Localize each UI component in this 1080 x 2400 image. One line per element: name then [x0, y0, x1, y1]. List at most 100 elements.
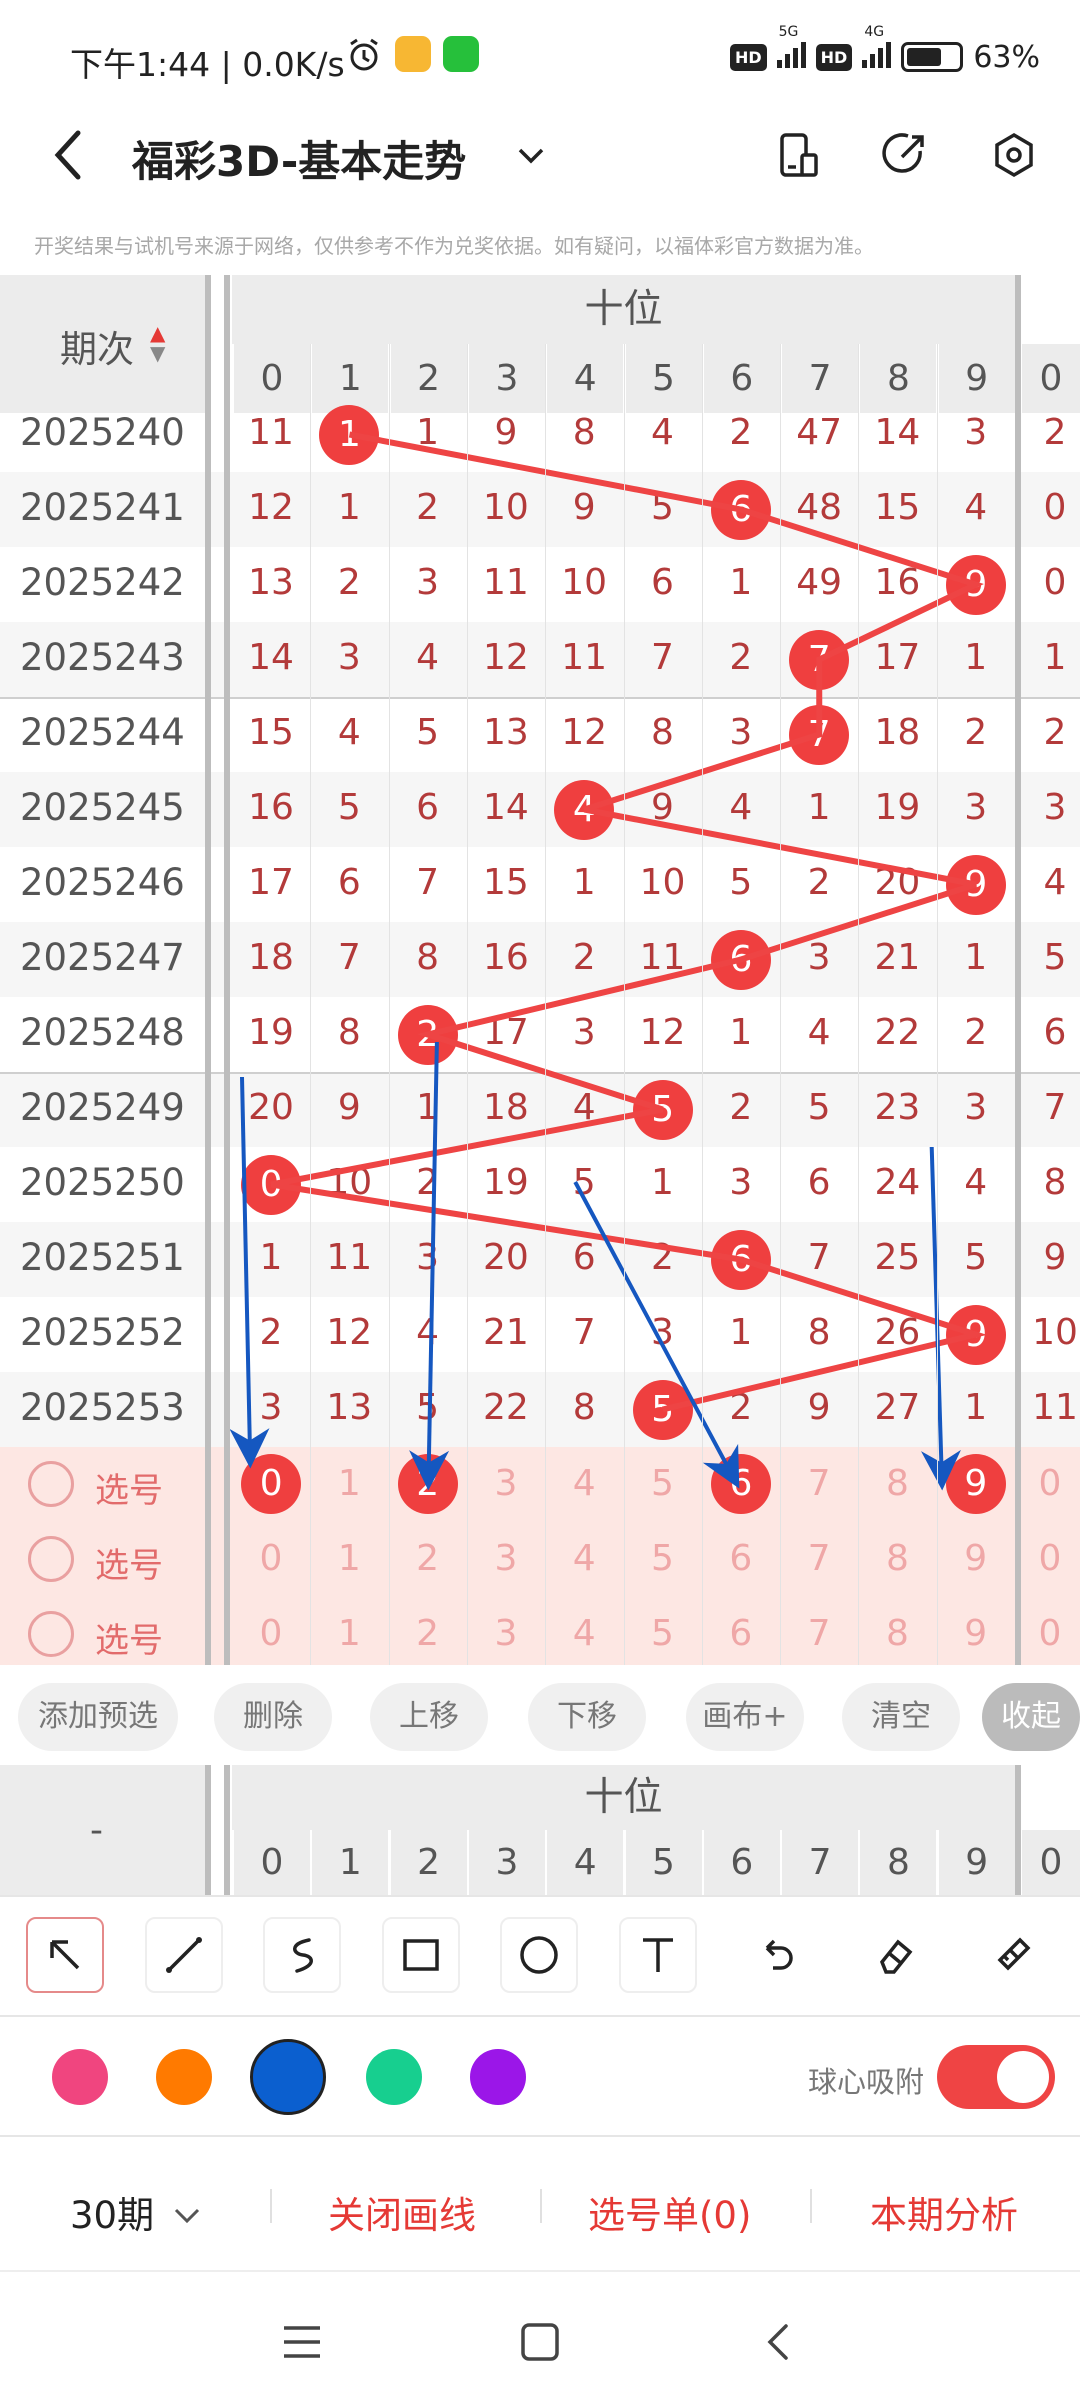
- text-tool[interactable]: [618, 1917, 697, 1993]
- select-digit[interactable]: 0: [232, 1613, 310, 1654]
- select-digit[interactable]: 3: [467, 1463, 545, 1504]
- snap-label: 球心吸附: [808, 2065, 925, 2099]
- periods-selector[interactable]: 30期: [70, 2185, 202, 2239]
- circle-tool[interactable]: [500, 1917, 578, 1993]
- select-digit[interactable]: 9: [937, 1538, 1015, 1579]
- select-digit[interactable]: 4: [545, 1463, 623, 1504]
- select-digit[interactable]: 3: [467, 1538, 545, 1579]
- select-digit[interactable]: 5: [624, 1613, 702, 1654]
- select-digit[interactable]: 7: [780, 1463, 858, 1504]
- select-digit[interactable]: 4: [545, 1538, 623, 1579]
- line-tool[interactable]: [144, 1917, 223, 1993]
- select-digit[interactable]: 2: [389, 1613, 467, 1654]
- miss-count: 2: [807, 862, 831, 903]
- select-digit[interactable]: 8: [858, 1463, 936, 1504]
- miss-count: 8: [807, 1312, 831, 1353]
- miss-count: 3: [729, 1162, 753, 1203]
- color-swatch-4[interactable]: [470, 2049, 526, 2105]
- hit-ball[interactable]: 5: [632, 1379, 693, 1440]
- column-line: [780, 344, 782, 1665]
- layout-button[interactable]: [768, 125, 828, 185]
- picked-ball[interactable]: 9: [945, 1454, 1006, 1514]
- select-next-digit[interactable]: 0: [1020, 1538, 1080, 1579]
- action-button-3[interactable]: 下移: [528, 1683, 646, 1751]
- undo-tool[interactable]: [737, 1917, 815, 1993]
- next-group-cell: 5: [1043, 937, 1067, 978]
- hit-ball[interactable]: 7: [789, 704, 850, 765]
- hit-ball[interactable]: 7: [789, 629, 850, 690]
- hit-ball[interactable]: 0: [241, 1154, 302, 1215]
- next-group-digit-header: 0: [1020, 344, 1080, 413]
- select-digit[interactable]: 1: [310, 1538, 388, 1579]
- hit-ball[interactable]: 4: [554, 779, 615, 840]
- select-digit[interactable]: 2: [389, 1538, 467, 1579]
- select-digit[interactable]: 6: [702, 1613, 780, 1654]
- hit-ball[interactable]: 2: [397, 1004, 458, 1065]
- select-radio[interactable]: [28, 1611, 74, 1657]
- select-radio[interactable]: [28, 1461, 74, 1507]
- back-button[interactable]: [748, 2312, 808, 2372]
- select-digit[interactable]: 1: [310, 1613, 388, 1654]
- action-button-6[interactable]: 收起: [982, 1683, 1080, 1751]
- selection-list-button[interactable]: 选号单(0): [588, 2185, 751, 2239]
- miss-count: 1: [964, 637, 988, 678]
- chevron-down-icon[interactable]: [516, 140, 546, 170]
- freehand-tool[interactable]: [263, 1917, 341, 1993]
- hit-ball[interactable]: 9: [945, 854, 1006, 915]
- settings-button[interactable]: [984, 125, 1044, 185]
- rectangle-tool[interactable]: [381, 1917, 460, 1993]
- sort-icon[interactable]: ▲ ▼: [150, 323, 165, 363]
- miss-count: 3: [964, 1087, 988, 1128]
- arrow-pointer-tool[interactable]: [26, 1917, 104, 1993]
- close-lines-button[interactable]: 关闭画线: [328, 2185, 476, 2239]
- chevron-left-icon[interactable]: [48, 125, 88, 185]
- select-digit[interactable]: 5: [624, 1463, 702, 1504]
- clear-brush-tool[interactable]: [974, 1917, 1052, 1993]
- color-swatch-1[interactable]: [156, 2049, 212, 2105]
- hit-ball[interactable]: 6: [710, 1229, 771, 1290]
- miss-count: 3: [651, 1312, 674, 1353]
- eraser-tool[interactable]: [855, 1917, 934, 1993]
- action-button-1[interactable]: 删除: [214, 1683, 332, 1751]
- picked-ball[interactable]: 2: [397, 1454, 458, 1514]
- select-digit[interactable]: 0: [232, 1538, 310, 1579]
- snap-toggle[interactable]: [937, 2045, 1055, 2109]
- select-digit[interactable]: 3: [467, 1613, 545, 1654]
- color-swatch-0[interactable]: [52, 2049, 108, 2105]
- analysis-button[interactable]: 本期分析: [870, 2185, 1018, 2239]
- action-button-2[interactable]: 上移: [370, 1683, 488, 1751]
- action-button-0[interactable]: 添加预选: [18, 1683, 178, 1751]
- select-digit[interactable]: 8: [858, 1613, 936, 1654]
- hit-ball[interactable]: 6: [710, 479, 771, 540]
- page-title[interactable]: 福彩3D-基本走势: [132, 128, 466, 189]
- select-next-digit[interactable]: 0: [1020, 1463, 1080, 1504]
- picked-ball[interactable]: 0: [241, 1454, 302, 1514]
- mini-digit-header-3: 3: [466, 1830, 545, 1895]
- select-digit[interactable]: 7: [780, 1613, 858, 1654]
- hit-ball[interactable]: 9: [945, 554, 1006, 615]
- select-next-digit[interactable]: 0: [1020, 1613, 1080, 1654]
- color-swatch-3[interactable]: [366, 2049, 422, 2105]
- hit-ball[interactable]: 1: [319, 404, 380, 465]
- select-radio[interactable]: [28, 1536, 74, 1582]
- hit-ball[interactable]: 9: [945, 1304, 1006, 1365]
- action-button-4[interactable]: 画布+: [686, 1683, 804, 1751]
- select-digit[interactable]: 7: [780, 1538, 858, 1579]
- select-digit[interactable]: 8: [858, 1538, 936, 1579]
- color-swatch-2[interactable]: [250, 2039, 326, 2115]
- select-digit[interactable]: 1: [310, 1463, 388, 1504]
- hit-ball[interactable]: 6: [710, 929, 771, 990]
- hit-ball[interactable]: 5: [632, 1079, 693, 1140]
- share-button[interactable]: [874, 125, 934, 185]
- miss-count: 24: [874, 1162, 921, 1203]
- picked-ball[interactable]: 6: [710, 1454, 771, 1514]
- home-button[interactable]: [510, 2312, 570, 2372]
- select-digit[interactable]: 6: [702, 1538, 780, 1579]
- select-digit[interactable]: 4: [545, 1613, 623, 1654]
- menu-button[interactable]: [272, 2312, 332, 2372]
- action-button-5[interactable]: 清空: [842, 1683, 960, 1751]
- select-digit[interactable]: 5: [624, 1538, 702, 1579]
- mini-digit-header-5: 5: [623, 1830, 702, 1895]
- select-digit[interactable]: 9: [937, 1613, 1015, 1654]
- period-header[interactable]: 期次 ▲ ▼: [0, 275, 205, 413]
